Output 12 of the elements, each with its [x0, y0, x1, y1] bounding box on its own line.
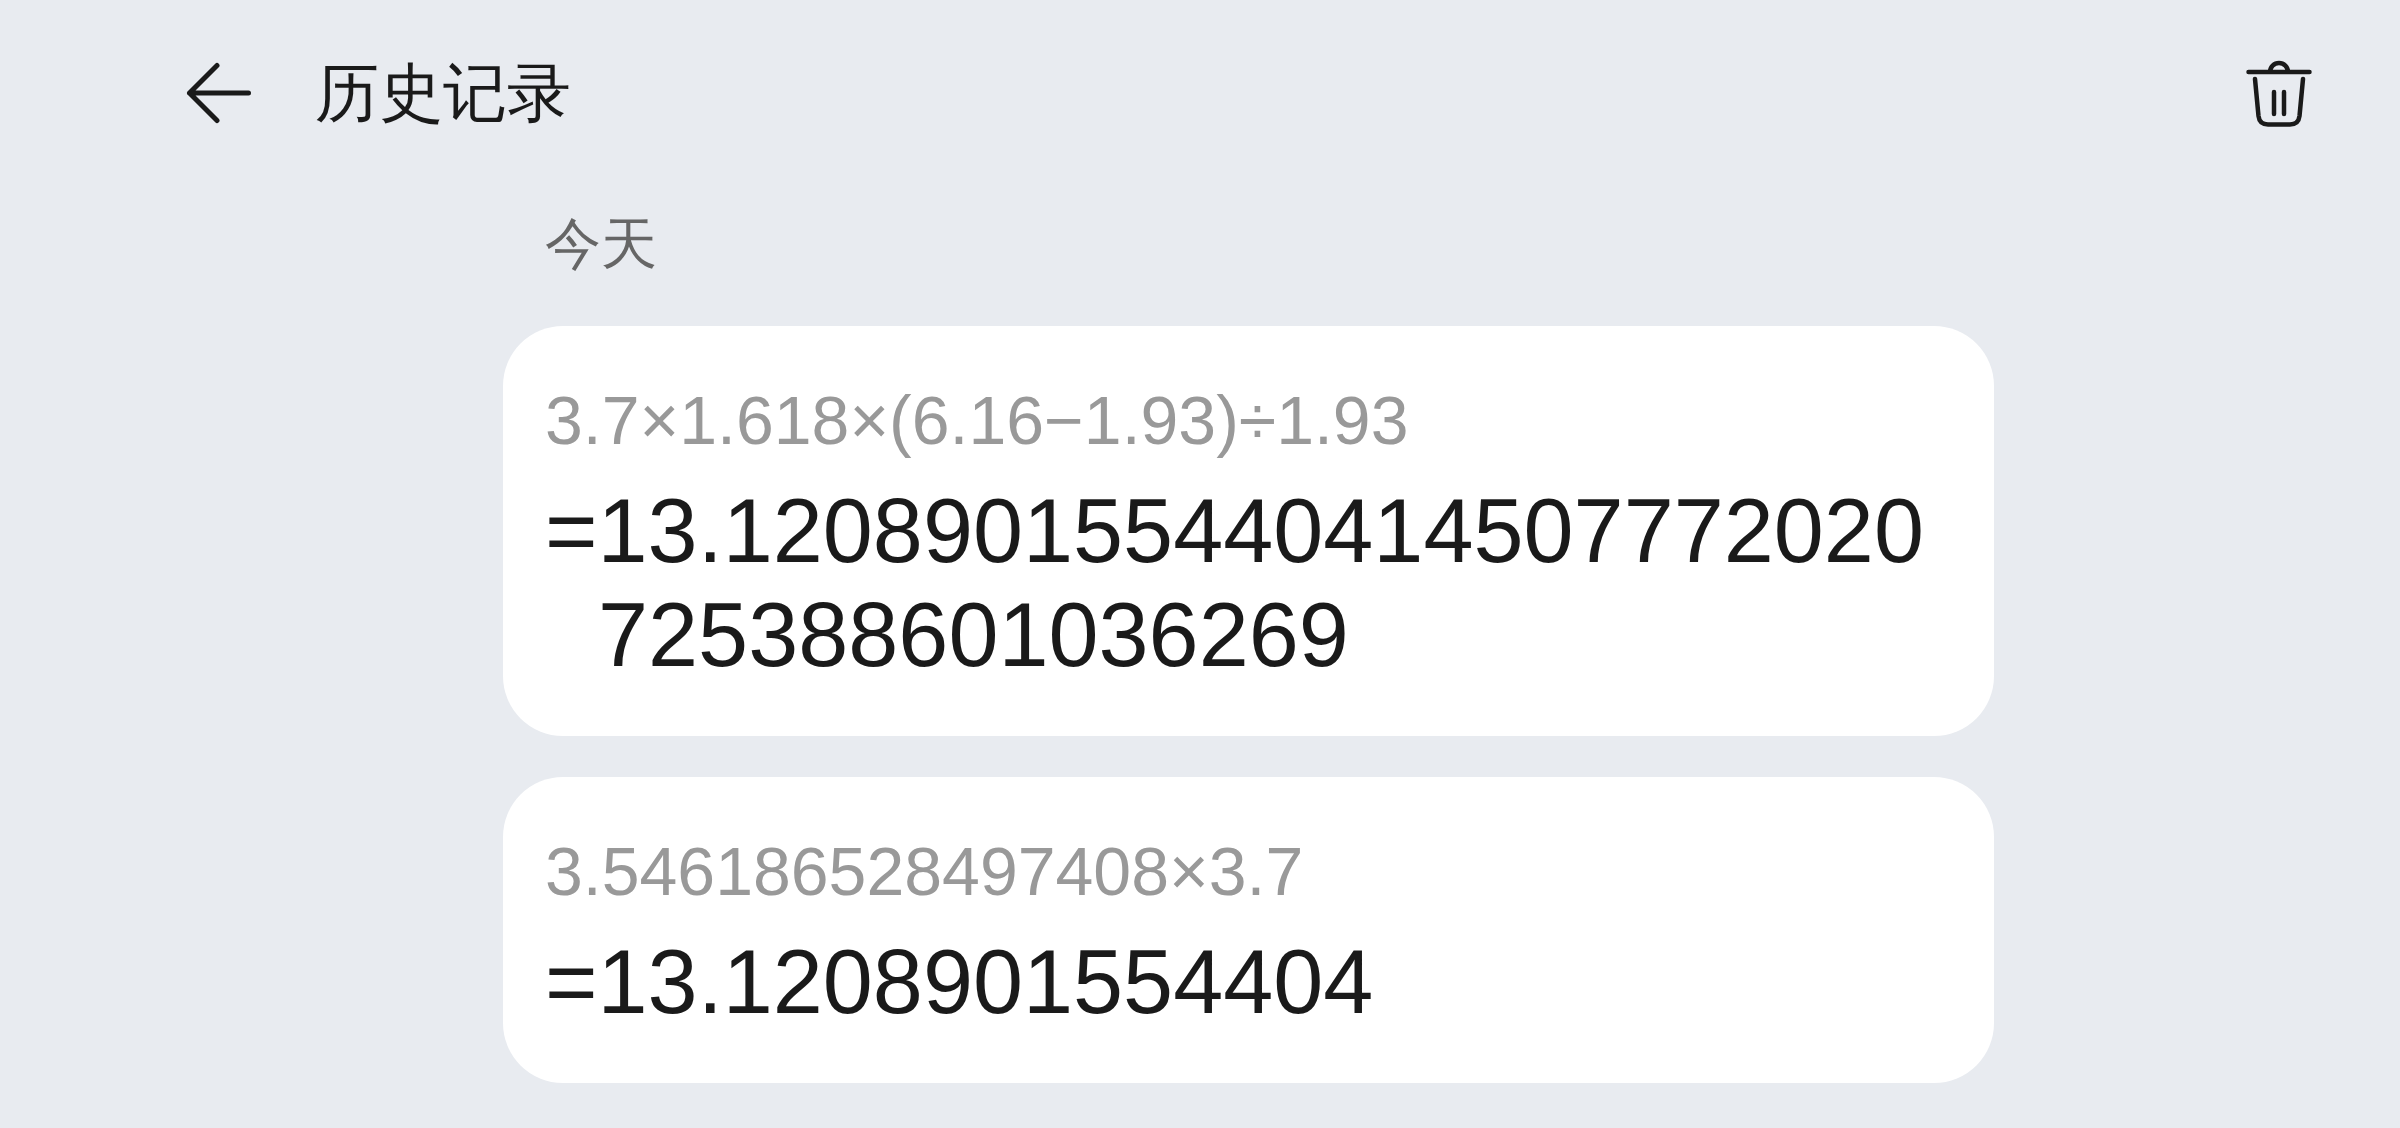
- expression-text: 3.546186528497408×3.7: [545, 832, 1305, 911]
- result-text: =13.1208901554404: [545, 931, 1375, 1034]
- expression-text: 3.7×1.618×(6.16−1.93)÷1.93: [545, 381, 1410, 460]
- trash-icon: [2246, 59, 2312, 127]
- page-title: 历史记录: [315, 56, 571, 131]
- result-text: =13.120890155440414507772020725388601036269: [545, 480, 1925, 687]
- history-card[interactable]: 3.546186528497408×3.7 =13.1208901554404: [503, 777, 1994, 1083]
- date-heading: 今天: [545, 212, 657, 276]
- back-button[interactable]: [186, 62, 252, 124]
- back-arrow-icon: [186, 62, 252, 124]
- delete-button[interactable]: [2246, 59, 2312, 127]
- history-card[interactable]: 3.7×1.618×(6.16−1.93)÷1.93 =13.120890155440414507772020725388601036269: [503, 326, 1994, 736]
